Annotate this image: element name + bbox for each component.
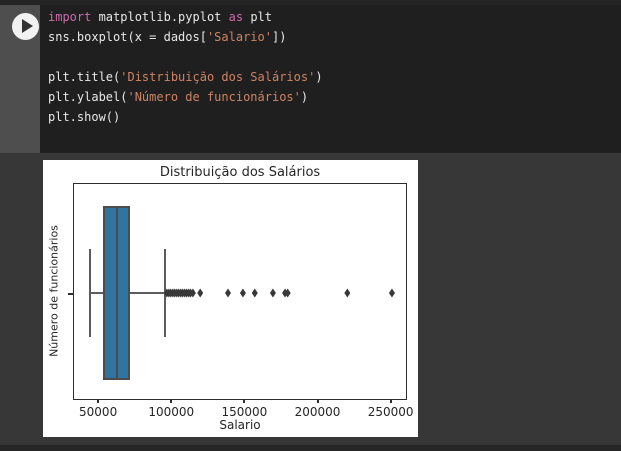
outlier-point: [225, 288, 231, 298]
x-tick-label: 150000: [221, 405, 268, 419]
whisker-line-right: [129, 292, 166, 294]
x-tick-label: 250000: [367, 405, 414, 419]
outlier-point: [239, 288, 246, 298]
code-line: plt.title('Distribuição dos Salários'): [48, 67, 621, 87]
code-token-keyword: as: [228, 10, 244, 24]
code-token-keyword: import: [48, 10, 92, 24]
code-token-plain: ): [300, 90, 309, 104]
median-line: [115, 205, 118, 381]
outlier-point: [269, 288, 276, 298]
matplotlib-figure: Distribuição dos Salários Número de func…: [43, 160, 418, 437]
code-token-plain: plt.ylabel(: [48, 90, 128, 104]
x-tick-mark: [389, 399, 392, 403]
x-tick-mark: [316, 399, 319, 403]
code-token-string: 'Salario': [206, 30, 272, 44]
code-token-string: 'Número de funcionários': [127, 90, 301, 104]
code-line: plt.ylabel('Número de funcionários'): [48, 87, 621, 107]
code-cell: import matplotlib.pyplot as plt sns.boxpl…: [0, 5, 621, 153]
code-line: import matplotlib.pyplot as plt: [48, 7, 621, 27]
y-axis-label: Número de funcionários: [47, 225, 61, 357]
code-token-plain: plt.show(): [48, 110, 121, 124]
outlier-point: [197, 288, 204, 298]
code-editor[interactable]: import matplotlib.pyplot as plt sns.boxpl…: [40, 5, 621, 153]
code-line: sns.boxplot(x = dados['Salario']): [48, 27, 621, 47]
code-token-plain: ]): [271, 30, 287, 44]
outlier-point: [344, 288, 351, 298]
x-tick-label: 200000: [294, 405, 341, 419]
outlier-point: [251, 288, 258, 298]
x-tick-mark: [170, 399, 173, 403]
output-area: Distribuição dos Salários Número de func…: [0, 153, 621, 445]
code-line: plt.show(): [48, 107, 621, 127]
code-token-plain: sns.boxplot(x = dados[: [48, 30, 207, 44]
whisker-line-left: [89, 292, 104, 294]
code-token-string: 'Distribuição dos Salários': [120, 70, 316, 84]
play-icon: [22, 19, 33, 33]
cell-gutter: [0, 5, 40, 153]
code-token-plain: plt.title(: [48, 70, 121, 84]
x-tick-mark: [97, 399, 100, 403]
x-axis-label: Salario: [219, 418, 261, 432]
notebook-view: import matplotlib.pyplot as plt sns.boxpl…: [0, 0, 621, 451]
code-token-plain: matplotlib.pyplot: [91, 10, 229, 24]
x-tick-label: 50000: [79, 405, 118, 419]
code-token-plain: plt: [243, 10, 272, 24]
outlier-point: [388, 288, 395, 298]
run-cell-button[interactable]: [12, 13, 39, 40]
plot-axes: 50000 100000 150000 200000 250000: [73, 183, 414, 419]
x-tick-label: 100000: [148, 405, 195, 419]
code-token-plain: ): [315, 70, 323, 84]
whisker-cap-low: [88, 249, 91, 337]
bottom-divider: [0, 445, 621, 451]
chart-title: Distribuição dos Salários: [159, 165, 321, 180]
x-tick-mark: [243, 399, 246, 403]
